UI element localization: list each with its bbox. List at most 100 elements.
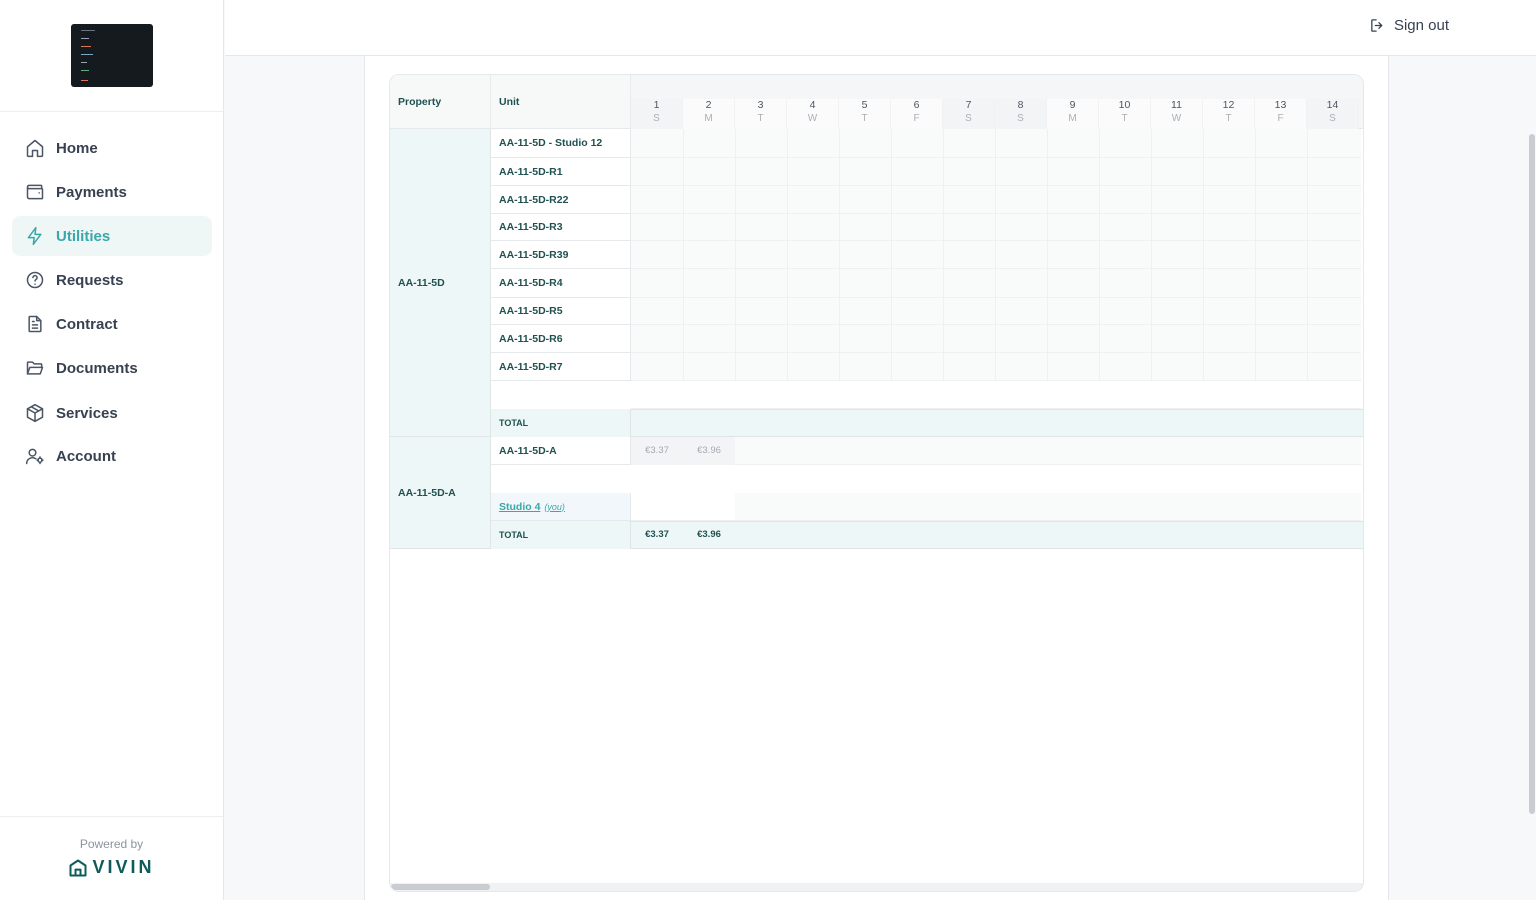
day-column-header: 14 S: [1307, 99, 1359, 129]
day-column-header: 1S: [631, 99, 683, 129]
day-column-header: 10 T: [1099, 99, 1151, 129]
document-icon: [28, 315, 42, 333]
horizontal-scroll-thumb[interactable]: [391, 884, 490, 890]
unit-row: [631, 269, 1361, 298]
nav-item-account[interactable]: Account: [12, 436, 212, 476]
unit-row: [631, 158, 1361, 186]
nav-item-contract[interactable]: Contract: [12, 304, 212, 344]
nav-item-utilities[interactable]: Utilities: [12, 216, 212, 256]
grid-line: [1203, 129, 1204, 381]
unit-value: €3.96: [697, 445, 721, 456]
unit-row: [631, 353, 1361, 381]
day-column-header: 5T: [839, 99, 891, 129]
grid-line: [891, 129, 892, 381]
nav-item-services[interactable]: Services: [12, 393, 212, 433]
wallet-icon: [26, 184, 44, 200]
column-header-unit: Unit: [491, 75, 631, 129]
day-number: 5: [861, 99, 868, 111]
day-number: 9: [1069, 99, 1076, 111]
total-value: €3.96: [697, 529, 721, 540]
vertical-scroll-thumb[interactable]: [1529, 134, 1535, 814]
day-number: 12: [1222, 99, 1235, 111]
folder-icon: [26, 361, 44, 375]
day-number: 11: [1171, 99, 1182, 111]
lightning-icon: [27, 226, 42, 246]
day-letter: T: [757, 113, 764, 124]
day-number: 2: [705, 99, 712, 111]
day-letter: T: [1121, 113, 1128, 124]
unit-cell: AA-11-5D-R3: [491, 214, 631, 241]
day-letter: M: [704, 113, 713, 124]
house-logo-icon: [69, 859, 87, 876]
nav-label: Services: [56, 404, 118, 422]
unit-row: [631, 214, 1361, 241]
day-column-header: 2M: [683, 99, 735, 129]
nav-item-documents[interactable]: Documents: [12, 348, 212, 388]
day-column-header: 8S: [995, 99, 1047, 129]
nav-label: Payments: [56, 183, 127, 201]
question-icon: [26, 271, 44, 289]
grid-line: [943, 129, 944, 381]
unit-cell: AA-11-5D-R5: [491, 298, 631, 325]
vertical-scrollbar[interactable]: [1528, 56, 1536, 900]
unit-row: [631, 129, 1361, 158]
unit-row: [631, 186, 1361, 214]
day-number: 1: [653, 99, 660, 111]
own-unit-link[interactable]: Studio 4: [499, 501, 540, 513]
nav-label: Account: [56, 447, 116, 465]
utilities-panel: Property Unit 1 S 2 M 3 T 4 W 5 T 6 F 7 S 8 S 9 M 10 T 11 W 12…: [364, 56, 1389, 900]
sign-out-label: Sign out: [1393, 17, 1449, 34]
top-bar: Sign out: [225, 0, 1536, 56]
logo-area: [0, 0, 223, 112]
day-column-header: 4W: [787, 99, 839, 129]
box-icon: [26, 403, 44, 423]
day-column-header: 13 F: [1255, 99, 1307, 129]
nav-label: Home: [56, 139, 98, 157]
utilities-table: Property Unit 1 S 2 M 3 T 4 W 5 T 6 F 7 S 8 S 9 M 10 T 11 W 12…: [389, 74, 1364, 892]
grid-line: [839, 129, 840, 381]
day-letter: S: [653, 113, 660, 124]
brand-name: VIVIN: [92, 857, 155, 877]
grid-line: [1151, 129, 1152, 381]
nav-item-requests[interactable]: Requests: [12, 260, 212, 300]
sign-out-button[interactable]: Sign out: [1369, 17, 1449, 34]
day-column-header: 7S: [943, 99, 995, 129]
day-letter: M: [1068, 113, 1077, 124]
unit-cell: AA-11-5D-A: [491, 437, 631, 465]
property-cell: AA-11-5D-A: [390, 437, 491, 549]
nav-item-payments[interactable]: Payments: [12, 172, 212, 212]
total-label: TOTAL: [491, 521, 631, 549]
grid-line: [995, 129, 996, 381]
day-number: 4: [809, 99, 816, 111]
own-unit-blank: [631, 493, 735, 521]
day-letter: W: [807, 113, 818, 124]
total-value: €3.37: [645, 529, 669, 540]
brand-logo[interactable]: VIVIN: [0, 857, 223, 878]
nav-item-home[interactable]: Home: [12, 128, 212, 168]
grid-line: [1099, 129, 1100, 381]
company-logo[interactable]: [70, 24, 153, 87]
horizontal-scrollbar[interactable]: [390, 883, 1363, 891]
day-letter: T: [861, 113, 868, 124]
spacer-row: [491, 465, 1363, 493]
day-column-header: 3T: [735, 99, 787, 129]
day-letter: T: [1225, 113, 1232, 124]
day-number: 3: [757, 99, 764, 111]
user-settings-icon: [25, 448, 44, 465]
unit-cell: AA-11-5D-R1: [491, 158, 631, 186]
nav-label: Requests: [56, 271, 124, 289]
unit-row: [631, 241, 1361, 269]
day-number: 7: [965, 99, 972, 111]
day-number: 6: [913, 99, 920, 111]
day-letter: S: [1329, 113, 1336, 124]
grid-line: [683, 129, 684, 381]
total-label: TOTAL: [491, 409, 631, 437]
unit-cell: AA-11-5D-R39: [491, 241, 631, 269]
unit-row: [631, 298, 1361, 325]
unit-cell: AA-11-5D - Studio 12: [491, 129, 631, 158]
sidebar: Home Payments Utilities Requests Contrac…: [0, 0, 224, 900]
nav-label: Documents: [56, 359, 138, 377]
own-unit-row: [735, 493, 1361, 521]
day-header: 1 S 2 M 3 T 4 W 5 T 6 F 7 S 8 S 9 M 10 T 11 W 12 T 13 F 14 S: [631, 75, 1363, 129]
own-unit-cell[interactable]: Studio 4 (you): [491, 493, 631, 521]
